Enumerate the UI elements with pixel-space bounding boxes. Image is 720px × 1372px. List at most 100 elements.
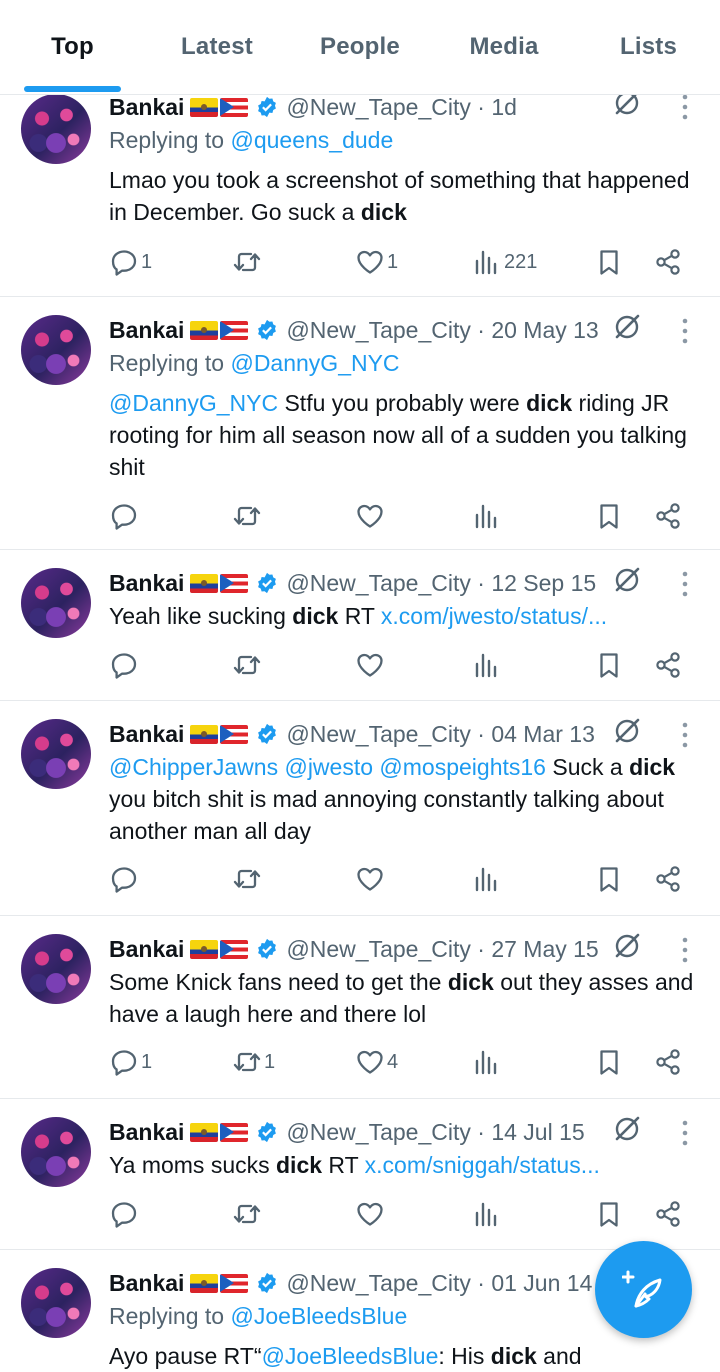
share-button[interactable] — [653, 1042, 683, 1082]
bookmark-button[interactable] — [594, 496, 624, 536]
tab-lists[interactable]: Lists — [600, 0, 697, 94]
bookmark-button[interactable] — [594, 859, 624, 899]
author-name[interactable]: Bankai — [109, 1119, 184, 1146]
mention-link[interactable]: @DannyG_NYC — [109, 390, 278, 416]
author-handle[interactable]: @New_Tape_City — [286, 721, 470, 748]
replying-to-link[interactable]: @DannyG_NYC — [230, 350, 399, 376]
avatar[interactable] — [21, 1117, 91, 1187]
author-name[interactable]: Bankai — [109, 721, 184, 748]
grok-icon[interactable] — [612, 312, 642, 342]
repost-button[interactable] — [232, 496, 262, 536]
grok-icon[interactable] — [612, 931, 642, 961]
replying-to-link[interactable]: @queens_dude — [230, 127, 393, 153]
author-name[interactable]: Bankai — [109, 936, 184, 963]
more-icon[interactable] — [674, 1118, 696, 1148]
tweet-link[interactable]: x.com/jwesto/status/... — [381, 603, 607, 629]
tweet-date[interactable]: 12 Sep 15 — [491, 570, 596, 597]
reply-button[interactable]: 1 — [109, 242, 152, 282]
avatar[interactable] — [21, 568, 91, 638]
tab-people[interactable]: People — [305, 0, 415, 94]
tweet[interactable]: Bankai @New_Tape_City · 20 May 13 Replyi… — [0, 297, 720, 550]
author-name[interactable]: Bankai — [109, 570, 184, 597]
replying-to-link[interactable]: @JoeBleedsBlue — [230, 1303, 407, 1329]
mention-links[interactable]: @ChipperJawns @jwesto @mospeights16 — [109, 754, 546, 780]
avatar[interactable] — [21, 315, 91, 385]
tab-media[interactable]: Media — [450, 0, 558, 94]
repost-button[interactable] — [232, 645, 262, 685]
like-button[interactable]: 4 — [355, 1042, 398, 1082]
like-button[interactable] — [355, 1194, 385, 1234]
more-icon[interactable] — [674, 316, 696, 346]
repost-button[interactable] — [232, 859, 262, 899]
grok-icon[interactable] — [612, 565, 642, 595]
repost-button[interactable] — [232, 242, 264, 282]
views-icon — [475, 250, 497, 275]
compose-button[interactable] — [595, 1241, 692, 1338]
author-name[interactable]: Bankai — [109, 317, 184, 344]
views-button[interactable] — [472, 496, 502, 536]
ecuador-flag-icon — [190, 320, 219, 340]
share-button[interactable] — [653, 859, 683, 899]
more-icon[interactable] — [674, 92, 696, 122]
tab-latest[interactable]: Latest — [165, 0, 269, 94]
views-button[interactable] — [472, 1042, 502, 1082]
author-handle[interactable]: @New_Tape_City — [286, 1119, 470, 1146]
repost-button[interactable]: 1 — [232, 1042, 275, 1082]
share-button[interactable] — [653, 496, 683, 536]
share-button[interactable] — [653, 645, 683, 685]
more-icon[interactable] — [674, 720, 696, 750]
author-name[interactable]: Bankai — [109, 94, 184, 121]
like-button[interactable] — [355, 645, 385, 685]
author-handle[interactable]: @New_Tape_City — [286, 1270, 470, 1297]
reply-button[interactable] — [109, 1194, 139, 1234]
reply-button[interactable] — [109, 496, 139, 536]
avatar[interactable] — [21, 934, 91, 1004]
tweet[interactable]: Bankai @New_Tape_City · 04 Mar 13 @Chipp… — [0, 701, 720, 916]
mention-link[interactable]: @JoeBleedsBlue — [262, 1343, 439, 1369]
avatar[interactable] — [21, 94, 91, 164]
views-button[interactable] — [472, 1194, 502, 1234]
bookmark-button[interactable] — [594, 242, 624, 282]
tweet-date[interactable]: 1d — [491, 94, 517, 121]
author-name[interactable]: Bankai — [109, 1270, 184, 1297]
tweet-link[interactable]: x.com/sniggah/status... — [365, 1152, 600, 1178]
like-button[interactable]: 1 — [355, 242, 398, 282]
author-handle[interactable]: @New_Tape_City — [286, 317, 470, 344]
share-button[interactable] — [653, 242, 683, 282]
tweet-date[interactable]: 27 May 15 — [491, 936, 598, 963]
views-button[interactable] — [472, 645, 502, 685]
reply-button[interactable] — [109, 859, 139, 899]
reply-button[interactable] — [109, 645, 139, 685]
grok-icon[interactable] — [612, 716, 642, 746]
tweet[interactable]: Bankai @New_Tape_City · 14 Jul 15 Ya mom… — [0, 1099, 720, 1250]
views-button[interactable] — [472, 859, 502, 899]
avatar[interactable] — [21, 1268, 91, 1338]
tab-top[interactable]: Top — [24, 0, 121, 94]
tweet-text: Some Knick fans need to get the dick out… — [109, 969, 694, 1027]
author-handle[interactable]: @New_Tape_City — [286, 570, 470, 597]
tweet[interactable]: Bankai @New_Tape_City · 1d Replying to @… — [0, 90, 720, 297]
author-handle[interactable]: @New_Tape_City — [286, 936, 470, 963]
avatar[interactable] — [21, 719, 91, 789]
verified-badge-icon — [258, 572, 277, 594]
tweet-date[interactable]: 14 Jul 15 — [491, 1119, 584, 1146]
repost-button[interactable] — [232, 1194, 262, 1234]
like-button[interactable] — [355, 496, 385, 536]
tweet-date[interactable]: 01 Jun 14 — [491, 1270, 592, 1297]
bookmark-button[interactable] — [594, 1042, 624, 1082]
tweet-date[interactable]: 04 Mar 13 — [491, 721, 595, 748]
bookmark-button[interactable] — [594, 1194, 624, 1234]
verified-badge-icon — [258, 723, 277, 745]
tweet[interactable]: Bankai @New_Tape_City · 12 Sep 15 Yeah l… — [0, 550, 720, 701]
author-handle[interactable]: @New_Tape_City — [286, 94, 470, 121]
like-button[interactable] — [355, 859, 385, 899]
reply-button[interactable]: 1 — [109, 1042, 152, 1082]
tweet[interactable]: Bankai @New_Tape_City · 27 May 15 Some K… — [0, 916, 720, 1099]
share-button[interactable] — [653, 1194, 683, 1234]
bookmark-button[interactable] — [594, 645, 624, 685]
more-icon[interactable] — [674, 569, 696, 599]
grok-icon[interactable] — [612, 1114, 642, 1144]
views-button[interactable]: 221 — [472, 242, 537, 282]
more-icon[interactable] — [674, 935, 696, 965]
tweet-date[interactable]: 20 May 13 — [491, 317, 598, 344]
